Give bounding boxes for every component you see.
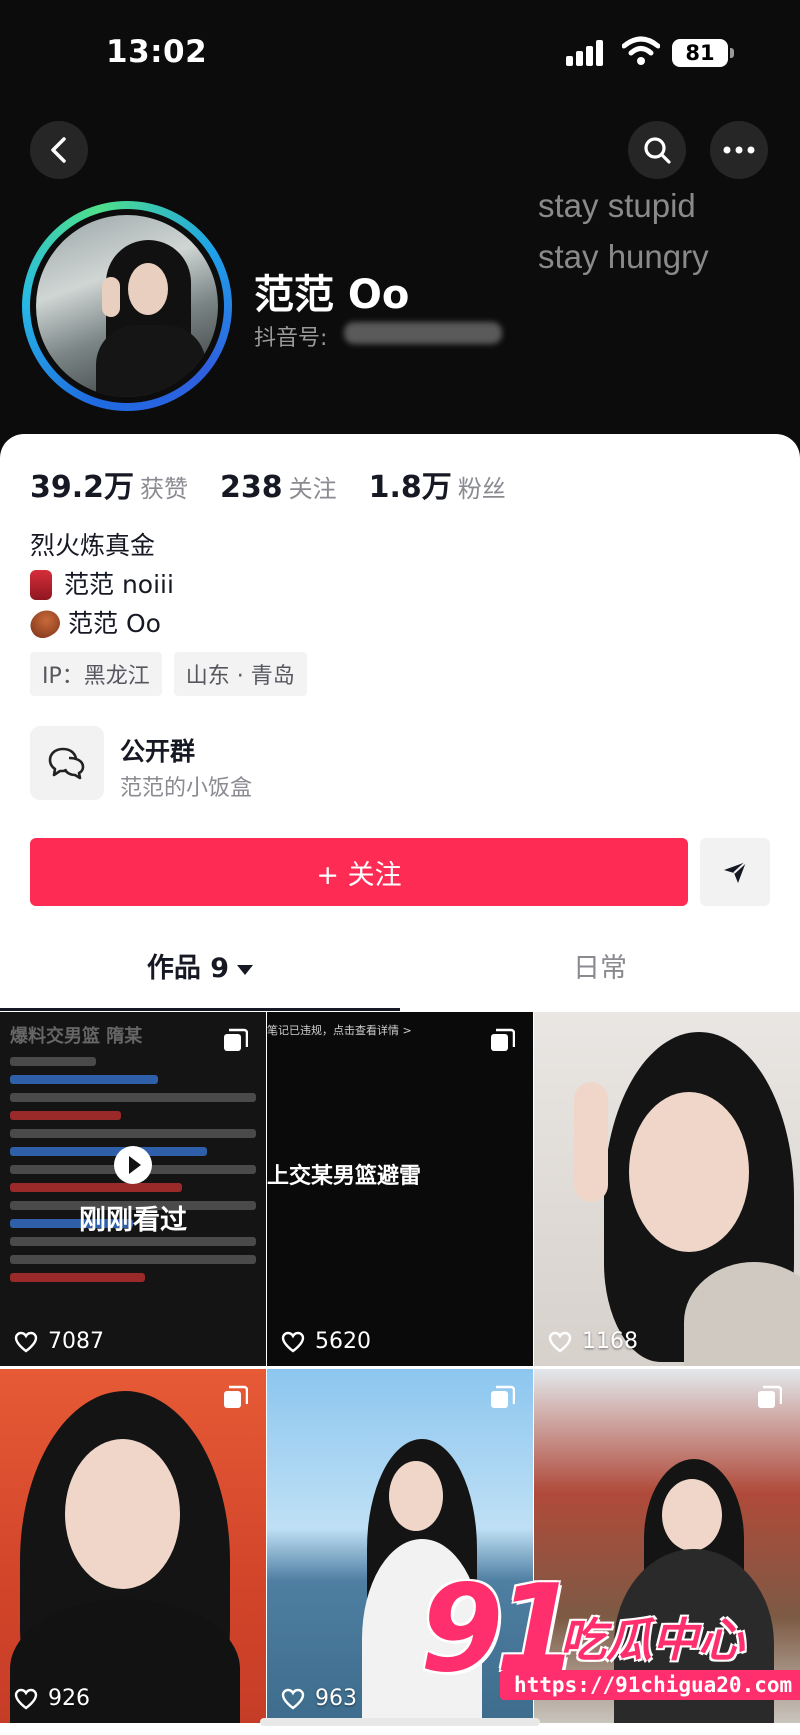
group-chat-icon [30,726,104,800]
watermark-logo: 91 吃瓜中心 https://91chigua20.com [420,1560,800,1730]
video-thumbnail[interactable]: 笔记已违规，点击查看详情 > 上交某男篮避雷 5620 [267,1012,533,1366]
multi-image-icon [224,1385,248,1408]
recently-watched-label: 刚刚看过 [79,1205,187,1236]
multi-image-icon [758,1385,782,1408]
profile-header: 13:02 81 stay stupid stay hungry 范范 Oo 抖… [0,0,800,450]
stats-row: 39.2万 获赞 238 关注 1.8万 粉丝 [30,462,538,506]
sweet-potato-emoji-icon [25,604,65,643]
more-options-button[interactable] [710,121,768,179]
video-thumbnail[interactable]: 1168 [534,1012,800,1366]
stat-followers[interactable]: 1.8万 粉丝 [369,462,506,506]
share-button[interactable] [700,838,770,906]
cellular-signal-icon [566,40,610,66]
multi-image-icon [224,1028,248,1051]
more-dots-icon [723,146,755,154]
multi-image-icon [491,1385,515,1408]
avatar[interactable] [22,201,232,411]
avatar-photo [36,215,218,397]
search-icon [644,137,671,164]
home-indicator [260,1718,540,1726]
tab-daily[interactable]: 日常 [400,944,800,994]
city-tag: 山东 · 青岛 [173,652,307,696]
group-title: 公开群 [120,737,196,766]
motto-line-2: stay hungry [538,238,709,275]
heart-icon [548,1331,572,1352]
public-group-entry[interactable]: 公开群 范范的小饭盒 [30,726,770,802]
group-subtitle: 范范的小饭盒 [120,776,253,801]
douyin-id-redacted [344,322,502,344]
heart-icon [14,1688,38,1709]
profile-bio: 烈火炼真金 范范 noiii 范范 Oo [25,526,174,643]
like-count: 963 [281,1686,357,1711]
profile-name: 范范 Oo [254,272,410,318]
back-button[interactable] [30,121,88,179]
bio-line-1: 烈火炼真金 [30,531,156,560]
like-count: 7087 [14,1329,104,1354]
multi-image-icon [491,1028,515,1051]
violation-notice: 笔记已违规，点击查看详情 > [267,1024,412,1037]
bio-line-2[interactable]: 范范 noiii [30,565,174,604]
search-button[interactable] [628,121,686,179]
stat-following[interactable]: 238 关注 [220,469,337,505]
content-tabs: 作品 9 日常 [0,944,800,1008]
bio-line-3[interactable]: 范范 Oo [25,604,174,643]
profile-motto: stay stupid stay hungry [538,180,709,282]
ip-location-tag: IP：黑龙江 [30,652,162,696]
heart-icon [281,1331,305,1352]
chevron-left-icon [51,137,66,163]
tab-works[interactable]: 作品 9 [0,944,400,994]
active-tab-indicator [0,1008,400,1011]
thumbnail-caption: 上交某男篮避雷 [267,1164,422,1189]
wifi-icon [622,36,660,65]
status-bar: 13:02 81 [0,0,800,100]
battery-indicator: 81 [672,39,734,67]
play-icon [114,1146,152,1184]
scarf-emoji-icon [30,569,52,600]
heart-icon [14,1331,38,1352]
profile-tags: IP：黑龙江 山东 · 青岛 [30,652,319,696]
follow-button[interactable]: + 关注 [30,838,688,906]
heart-icon [281,1688,305,1709]
like-count: 1168 [548,1329,638,1354]
like-count: 5620 [281,1329,371,1354]
video-thumbnail[interactable]: 926 [0,1369,266,1723]
status-time: 13:02 [106,34,208,70]
stat-likes[interactable]: 39.2万 获赞 [30,462,188,506]
douyin-id-label: 抖音号: [254,326,328,351]
caret-down-icon [237,964,254,975]
video-thumbnail[interactable]: 爆料交男篮 隋某 刚刚看过 7087 [0,1012,266,1366]
motto-line-1: stay stupid [538,187,696,224]
like-count: 926 [14,1686,90,1711]
send-icon [724,861,747,883]
